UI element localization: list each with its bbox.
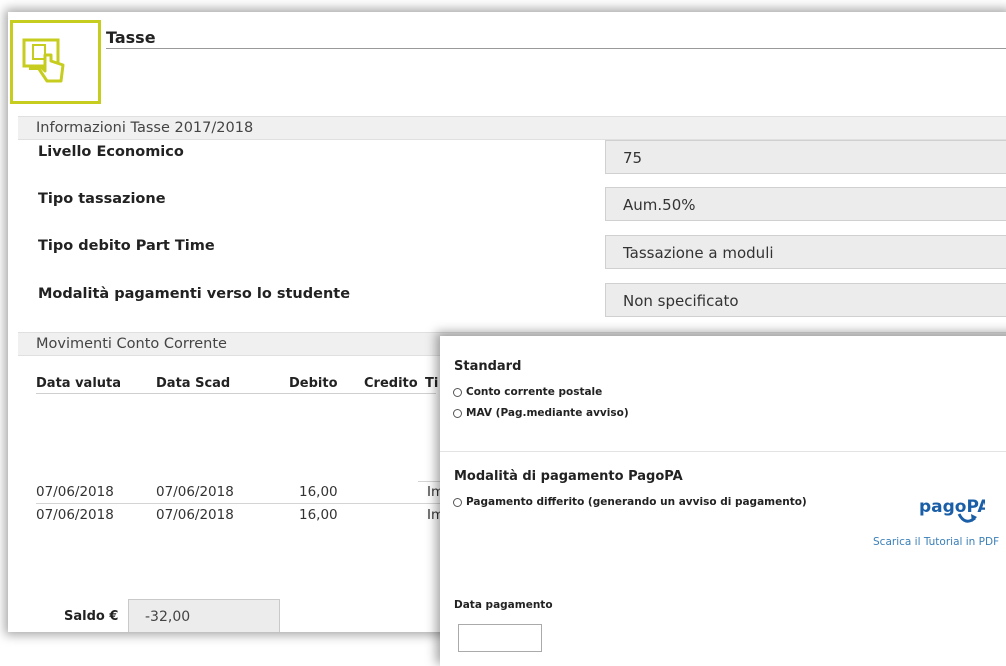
radio-mav[interactable]: MAV (Pag.mediante avviso): [453, 407, 629, 419]
radio-conto-corrente-postale[interactable]: Conto corrente postale: [453, 386, 602, 398]
pagopa-logo: pagoPA: [915, 494, 991, 534]
payment-divider: [440, 451, 1006, 452]
payment-panel: Standard Conto corrente postale MAV (Pag…: [440, 336, 1006, 666]
tipo-tassazione-label: Tipo tassazione: [38, 191, 166, 207]
movements-section-title: Movimenti Conto Corrente: [36, 336, 227, 352]
tipo-tassazione-value: Aum.50%: [605, 187, 1006, 221]
table-row-0-data-valuta: 07/06/2018: [36, 484, 114, 500]
svg-text:pagoPA: pagoPA: [919, 497, 985, 517]
standard-title: Standard: [454, 359, 522, 374]
col-credito: Credito: [364, 376, 418, 391]
livello-economico-label: Livello Economico: [38, 144, 184, 160]
table-row-0-data-scad: 07/06/2018: [156, 484, 234, 500]
radio-button-icon[interactable]: [453, 387, 462, 397]
tipo-debito-value: Tassazione a moduli: [605, 235, 1006, 269]
pagopa-title: Modalità di pagamento PagoPA: [454, 469, 683, 484]
radio-pagamento-differito[interactable]: Pagamento differito (generando un avviso…: [453, 496, 807, 508]
modalita-pagamenti-label: Modalità pagamenti verso lo studente: [38, 286, 351, 302]
page-title: Tasse: [106, 28, 156, 47]
table-row-1-debito: 16,00: [299, 507, 338, 523]
livello-economico-value: 75: [605, 140, 1006, 174]
table-row-1-data-scad: 07/06/2018: [156, 507, 234, 523]
table-row-0-debito: 16,00: [299, 484, 338, 500]
touch-screen-icon: [22, 38, 65, 83]
data-pagamento-label: Data pagamento: [454, 599, 553, 611]
saldo-value: -32,00: [145, 609, 191, 625]
col-debito: Debito: [289, 376, 338, 391]
data-pagamento-input[interactable]: [458, 624, 542, 652]
saldo-label: Saldo €: [64, 609, 119, 624]
table-header-divider: [36, 393, 436, 394]
radio-button-icon[interactable]: [453, 497, 462, 507]
row-divider: [36, 503, 448, 504]
col-data-scad: Data Scad: [156, 376, 231, 391]
radio-button-icon[interactable]: [453, 408, 462, 418]
title-divider: [106, 48, 1006, 49]
info-section-title: Informazioni Tasse 2017/2018: [36, 120, 254, 136]
modalita-pagamenti-value: Non specificato: [605, 283, 1006, 317]
table-row-1-data-valuta: 07/06/2018: [36, 507, 114, 523]
tipo-debito-label: Tipo debito Part Time: [38, 238, 215, 254]
header-logo-frame: [10, 20, 101, 104]
saldo-value-box: -32,00: [128, 599, 280, 632]
col-tipo: Ti: [425, 376, 439, 391]
tutorial-pdf-link[interactable]: Scarica il Tutorial in PDF: [873, 536, 999, 548]
info-section-header: Informazioni Tasse 2017/2018: [18, 116, 1006, 140]
col-data-valuta: Data valuta: [36, 376, 122, 391]
